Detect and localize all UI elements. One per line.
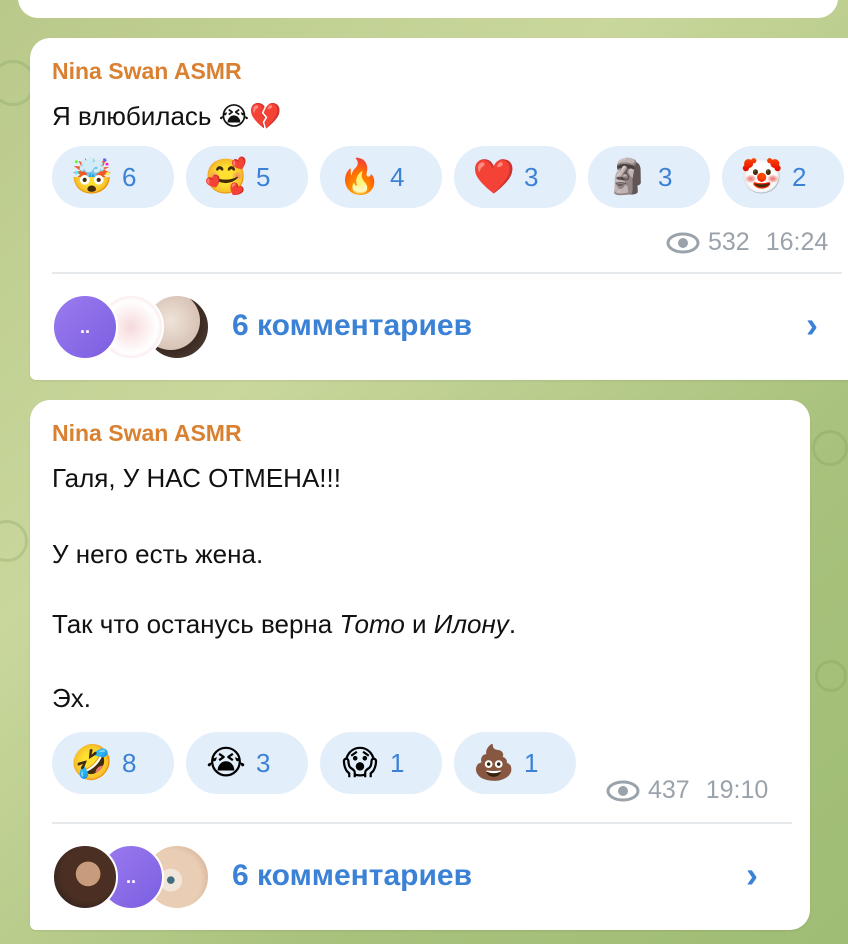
- comments-count-label[interactable]: 6 комментариев: [232, 309, 472, 343]
- channel-post[interactable]: Nina Swan ASMR Галя, У НАС ОТМЕНА!!! У н…: [30, 400, 810, 930]
- divider: [52, 822, 792, 824]
- rolling-laughing-emoji-icon: 🤣: [70, 743, 114, 783]
- post-time: 16:24: [765, 228, 829, 256]
- post-text-line: Эх.: [52, 683, 91, 713]
- post-meta: 532 16:24: [666, 228, 828, 257]
- view-count: 532: [708, 228, 750, 256]
- text-segment: .: [508, 609, 517, 639]
- reaction-rofl[interactable]: 🤣 8: [52, 732, 174, 794]
- wallpaper-doodle: [812, 430, 848, 466]
- reaction-screaming[interactable]: 😱 1: [320, 732, 442, 794]
- comments-count-label[interactable]: 6 комментариев: [232, 859, 472, 893]
- reaction-count: 4: [390, 161, 405, 192]
- reaction-count: 5: [256, 161, 271, 192]
- commenter-avatars: ..: [52, 844, 212, 910]
- moai-emoji-icon: 🗿: [606, 157, 650, 197]
- divider: [52, 272, 842, 274]
- italic-segment: Тото: [339, 609, 405, 639]
- reaction-fire[interactable]: 🔥 4: [320, 146, 442, 208]
- post-author[interactable]: Nina Swan ASMR: [52, 58, 242, 85]
- reaction-count: 2: [792, 161, 807, 192]
- reaction-count: 3: [524, 161, 539, 192]
- text-segment: и: [404, 609, 434, 639]
- comments-link[interactable]: .. 6 комментариев: [52, 844, 472, 910]
- reaction-count: 1: [390, 747, 405, 778]
- chevron-right-icon[interactable]: ›: [746, 854, 758, 896]
- eye-icon: [666, 232, 700, 253]
- avatar-placeholder-text: ..: [79, 316, 90, 337]
- reaction-moai[interactable]: 🗿 3: [588, 146, 710, 208]
- wallpaper-doodle: [0, 520, 28, 562]
- exploding-head-emoji-icon: 🤯: [70, 157, 114, 197]
- wallpaper-doodle: [815, 660, 847, 692]
- post-text: Я влюбилась 😭💔: [52, 101, 282, 131]
- avatar-placeholder-text: ..: [125, 866, 136, 887]
- post-text-line: У него есть жена.: [52, 539, 264, 569]
- italic-segment: Илону: [433, 609, 509, 639]
- red-heart-emoji-icon: ❤️: [472, 157, 516, 197]
- clown-face-emoji-icon: 🤡: [740, 157, 784, 197]
- commenter-avatar: [52, 844, 118, 910]
- reaction-clown[interactable]: 🤡 2: [722, 146, 844, 208]
- reaction-crying[interactable]: 😭 3: [186, 732, 308, 794]
- channel-post[interactable]: Nina Swan ASMR Я влюбилась 😭💔 🤯 6 🥰 5 🔥 …: [30, 38, 848, 380]
- view-count: 437: [648, 776, 690, 804]
- reactions-bar: 🤣 8 😭 3 😱 1 💩 1: [52, 732, 576, 794]
- post-time: 19:10: [705, 776, 769, 804]
- reaction-exploding-head[interactable]: 🤯 6: [52, 146, 174, 208]
- reaction-count: 1: [524, 747, 539, 778]
- smiling-face-hearts-emoji-icon: 🥰: [204, 157, 248, 197]
- loudly-crying-emoji-icon: 😭: [206, 743, 246, 783]
- eye-icon: [606, 780, 640, 801]
- reaction-poo[interactable]: 💩 1: [454, 732, 576, 794]
- reaction-count: 3: [658, 161, 673, 192]
- text-segment: Так что останусь верна: [52, 609, 340, 639]
- reaction-count: 3: [256, 747, 271, 778]
- chevron-right-icon[interactable]: ›: [806, 304, 818, 346]
- reaction-heart[interactable]: ❤️ 3: [454, 146, 576, 208]
- fire-emoji-icon: 🔥: [338, 157, 382, 197]
- post-text-line: Галя, У НАС ОТМЕНА!!!: [52, 463, 341, 493]
- comments-link[interactable]: .. 6 комментариев: [52, 294, 472, 360]
- reaction-smiling-hearts[interactable]: 🥰 5: [186, 146, 308, 208]
- post-text-line: Так что останусь верна Тото и Илону.: [52, 608, 516, 640]
- commenter-avatars: ..: [52, 294, 212, 360]
- commenter-avatar: ..: [52, 294, 118, 360]
- post-meta: 437 19:10: [606, 776, 768, 805]
- previous-message-bubble: [18, 0, 838, 18]
- reactions-bar: 🤯 6 🥰 5 🔥 4 ❤️ 3 🗿 3 🤡 2: [52, 146, 844, 208]
- reaction-count: 6: [122, 161, 137, 192]
- pile-of-poo-emoji-icon: 💩: [472, 743, 516, 783]
- post-author[interactable]: Nina Swan ASMR: [52, 420, 242, 447]
- reaction-count: 8: [122, 747, 137, 778]
- screaming-face-emoji-icon: 😱: [342, 743, 378, 783]
